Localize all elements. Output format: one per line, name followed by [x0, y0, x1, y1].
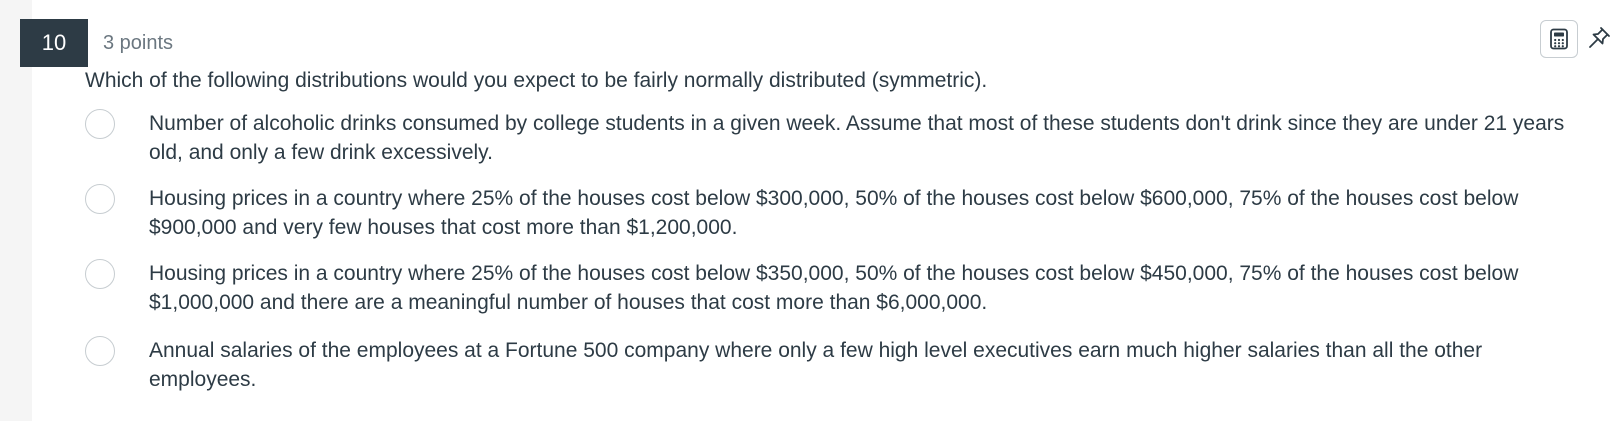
- calculator-icon: [1550, 28, 1568, 50]
- answer-label[interactable]: Housing prices in a country where 25% of…: [149, 184, 1569, 242]
- answer-label[interactable]: Annual salaries of the employees at a Fo…: [149, 336, 1569, 394]
- answer-label[interactable]: Housing prices in a country where 25% of…: [149, 259, 1569, 317]
- calculator-button[interactable]: [1540, 20, 1578, 58]
- answer-radio[interactable]: [85, 184, 115, 214]
- answer-radio[interactable]: [85, 336, 115, 366]
- answer-radio[interactable]: [85, 259, 115, 289]
- pin-button[interactable]: [1585, 22, 1613, 54]
- answer-radio[interactable]: [85, 109, 115, 139]
- answer-label[interactable]: Number of alcoholic drinks consumed by c…: [149, 109, 1569, 167]
- pin-icon: [1589, 27, 1610, 48]
- question-text: Which of the following distributions wou…: [85, 69, 988, 92]
- question-number-badge: 10: [20, 19, 88, 67]
- question-points: 3 points: [103, 32, 174, 54]
